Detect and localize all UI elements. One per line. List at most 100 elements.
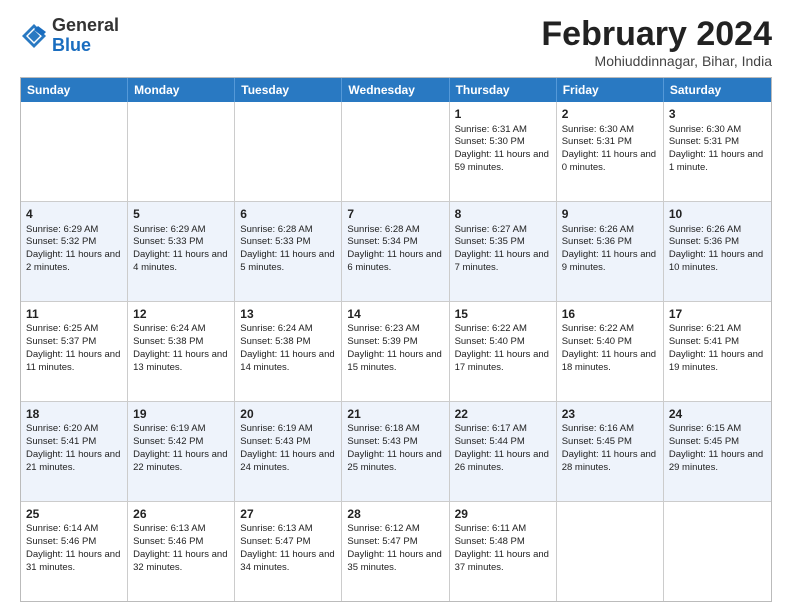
daylight-text: Daylight: 11 hours and 24 minutes. — [240, 449, 334, 473]
sunrise-text: Sunrise: 6:13 AM — [133, 523, 205, 534]
sunset-text: Sunset: 5:40 PM — [455, 336, 525, 347]
daylight-text: Daylight: 11 hours and 4 minutes. — [133, 249, 227, 273]
day-number: 21 — [347, 406, 443, 422]
sunrise-text: Sunrise: 6:24 AM — [240, 323, 312, 334]
sunset-text: Sunset: 5:32 PM — [26, 236, 96, 247]
day-number: 22 — [455, 406, 551, 422]
cal-cell: 11Sunrise: 6:25 AMSunset: 5:37 PMDayligh… — [21, 302, 128, 401]
daylight-text: Daylight: 11 hours and 1 minute. — [669, 149, 763, 173]
cal-cell: 7Sunrise: 6:28 AMSunset: 5:34 PMDaylight… — [342, 202, 449, 301]
daylight-text: Daylight: 11 hours and 22 minutes. — [133, 449, 227, 473]
day-number: 16 — [562, 306, 658, 322]
sunrise-text: Sunrise: 6:19 AM — [133, 423, 205, 434]
day-number: 24 — [669, 406, 766, 422]
sunrise-text: Sunrise: 6:18 AM — [347, 423, 419, 434]
sunset-text: Sunset: 5:41 PM — [669, 336, 739, 347]
day-number: 17 — [669, 306, 766, 322]
sunset-text: Sunset: 5:35 PM — [455, 236, 525, 247]
cal-cell: 3 Sunrise: 6:30 AMSunset: 5:31 PM Daylight… — [664, 102, 771, 201]
cal-cell: 18Sunrise: 6:20 AMSunset: 5:41 PMDayligh… — [21, 402, 128, 501]
cal-header-thursday: Thursday — [450, 78, 557, 102]
daylight-text: Daylight: 11 hours and 31 minutes. — [26, 549, 120, 573]
cal-cell: 10Sunrise: 6:26 AMSunset: 5:36 PMDayligh… — [664, 202, 771, 301]
cal-header-wednesday: Wednesday — [342, 78, 449, 102]
sunset-text: Sunset: 5:38 PM — [240, 336, 310, 347]
sunset-text: Sunset: 5:31 PM — [562, 136, 632, 147]
day-number: 3 — [669, 106, 766, 122]
day-number: 10 — [669, 206, 766, 222]
cal-cell: 29Sunrise: 6:11 AMSunset: 5:48 PMDayligh… — [450, 502, 557, 601]
sunrise-text: Sunrise: 6:12 AM — [347, 523, 419, 534]
cal-cell: 8Sunrise: 6:27 AMSunset: 5:35 PMDaylight… — [450, 202, 557, 301]
sunset-text: Sunset: 5:39 PM — [347, 336, 417, 347]
day-number: 28 — [347, 506, 443, 522]
cal-cell: 9Sunrise: 6:26 AMSunset: 5:36 PMDaylight… — [557, 202, 664, 301]
sunrise-text: Sunrise: 6:14 AM — [26, 523, 98, 534]
cal-cell: 12Sunrise: 6:24 AMSunset: 5:38 PMDayligh… — [128, 302, 235, 401]
cal-header-friday: Friday — [557, 78, 664, 102]
cal-cell: 24Sunrise: 6:15 AMSunset: 5:45 PMDayligh… — [664, 402, 771, 501]
day-number: 9 — [562, 206, 658, 222]
sunrise-text: Sunrise: 6:29 AM — [133, 224, 205, 235]
page: General Blue February 2024 Mohiuddinnaga… — [0, 0, 792, 612]
sunset-text: Sunset: 5:40 PM — [562, 336, 632, 347]
cal-cell — [664, 502, 771, 601]
cal-cell — [557, 502, 664, 601]
sunrise-text: Sunrise: 6:17 AM — [455, 423, 527, 434]
cal-cell: 4Sunrise: 6:29 AMSunset: 5:32 PMDaylight… — [21, 202, 128, 301]
sunset-text: Sunset: 5:31 PM — [669, 136, 739, 147]
day-number: 1 — [455, 106, 551, 122]
daylight-text: Daylight: 11 hours and 2 minutes. — [26, 249, 120, 273]
day-number: 6 — [240, 206, 336, 222]
sunrise-text: Sunrise: 6:28 AM — [240, 224, 312, 235]
cal-cell: 1Sunrise: 6:31 AMSunset: 5:30 PMDaylight… — [450, 102, 557, 201]
cal-cell: 13Sunrise: 6:24 AMSunset: 5:38 PMDayligh… — [235, 302, 342, 401]
daylight-text: Daylight: 11 hours and 13 minutes. — [133, 349, 227, 373]
daylight-text: Daylight: 11 hours and 34 minutes. — [240, 549, 334, 573]
sunset-text: Sunset: 5:33 PM — [133, 236, 203, 247]
cal-cell: 14Sunrise: 6:23 AMSunset: 5:39 PMDayligh… — [342, 302, 449, 401]
sunrise-text: Sunrise: 6:23 AM — [347, 323, 419, 334]
sunset-text: Sunset: 5:36 PM — [562, 236, 632, 247]
sunset-text: Sunset: 5:43 PM — [347, 436, 417, 447]
cal-header-sunday: Sunday — [21, 78, 128, 102]
sunrise-text: Sunrise: 6:31 AM — [455, 124, 527, 135]
cal-cell — [128, 102, 235, 201]
sunrise-text: Sunrise: 6:22 AM — [455, 323, 527, 334]
sunrise-text: Sunrise: 6:19 AM — [240, 423, 312, 434]
sunset-text: Sunset: 5:45 PM — [562, 436, 632, 447]
day-number: 29 — [455, 506, 551, 522]
sunset-text: Sunset: 5:30 PM — [455, 136, 525, 147]
sunrise-text: Sunrise: 6:26 AM — [562, 224, 634, 235]
daylight-text: Daylight: 11 hours and 32 minutes. — [133, 549, 227, 573]
daylight-text: Daylight: 11 hours and 25 minutes. — [347, 449, 441, 473]
sunrise-text: Sunrise: 6:30 AM — [562, 124, 634, 135]
cal-cell: 19Sunrise: 6:19 AMSunset: 5:42 PMDayligh… — [128, 402, 235, 501]
sunset-text: Sunset: 5:41 PM — [26, 436, 96, 447]
daylight-text: Daylight: 11 hours and 0 minutes. — [562, 149, 656, 173]
cal-cell: 22Sunrise: 6:17 AMSunset: 5:44 PMDayligh… — [450, 402, 557, 501]
daylight-text: Daylight: 11 hours and 11 minutes. — [26, 349, 120, 373]
sunrise-text: Sunrise: 6:26 AM — [669, 224, 741, 235]
sunset-text: Sunset: 5:47 PM — [240, 536, 310, 547]
cal-cell: 2Sunrise: 6:30 AMSunset: 5:31 PMDaylight… — [557, 102, 664, 201]
sunset-text: Sunset: 5:46 PM — [133, 536, 203, 547]
daylight-text: Daylight: 11 hours and 7 minutes. — [455, 249, 549, 273]
cal-cell: 25Sunrise: 6:14 AMSunset: 5:46 PMDayligh… — [21, 502, 128, 601]
sunrise-text: Sunrise: 6:16 AM — [562, 423, 634, 434]
cal-cell: 28Sunrise: 6:12 AMSunset: 5:47 PMDayligh… — [342, 502, 449, 601]
day-number: 20 — [240, 406, 336, 422]
day-number: 18 — [26, 406, 122, 422]
month-title: February 2024 — [541, 16, 772, 53]
day-number: 26 — [133, 506, 229, 522]
daylight-text: Daylight: 11 hours and 18 minutes. — [562, 349, 656, 373]
daylight-text: Daylight: 11 hours and 37 minutes. — [455, 549, 549, 573]
day-number: 13 — [240, 306, 336, 322]
cal-cell: 20Sunrise: 6:19 AMSunset: 5:43 PMDayligh… — [235, 402, 342, 501]
sunset-text: Sunset: 5:36 PM — [669, 236, 739, 247]
sunrise-text: Sunrise: 6:30 AM — [669, 124, 741, 135]
cal-cell: 21Sunrise: 6:18 AM Sunset: 5:43 PM Dayligh… — [342, 402, 449, 501]
sunrise-text: Sunrise: 6:25 AM — [26, 323, 98, 334]
cal-cell: 15Sunrise: 6:22 AMSunset: 5:40 PMDayligh… — [450, 302, 557, 401]
day-number: 23 — [562, 406, 658, 422]
